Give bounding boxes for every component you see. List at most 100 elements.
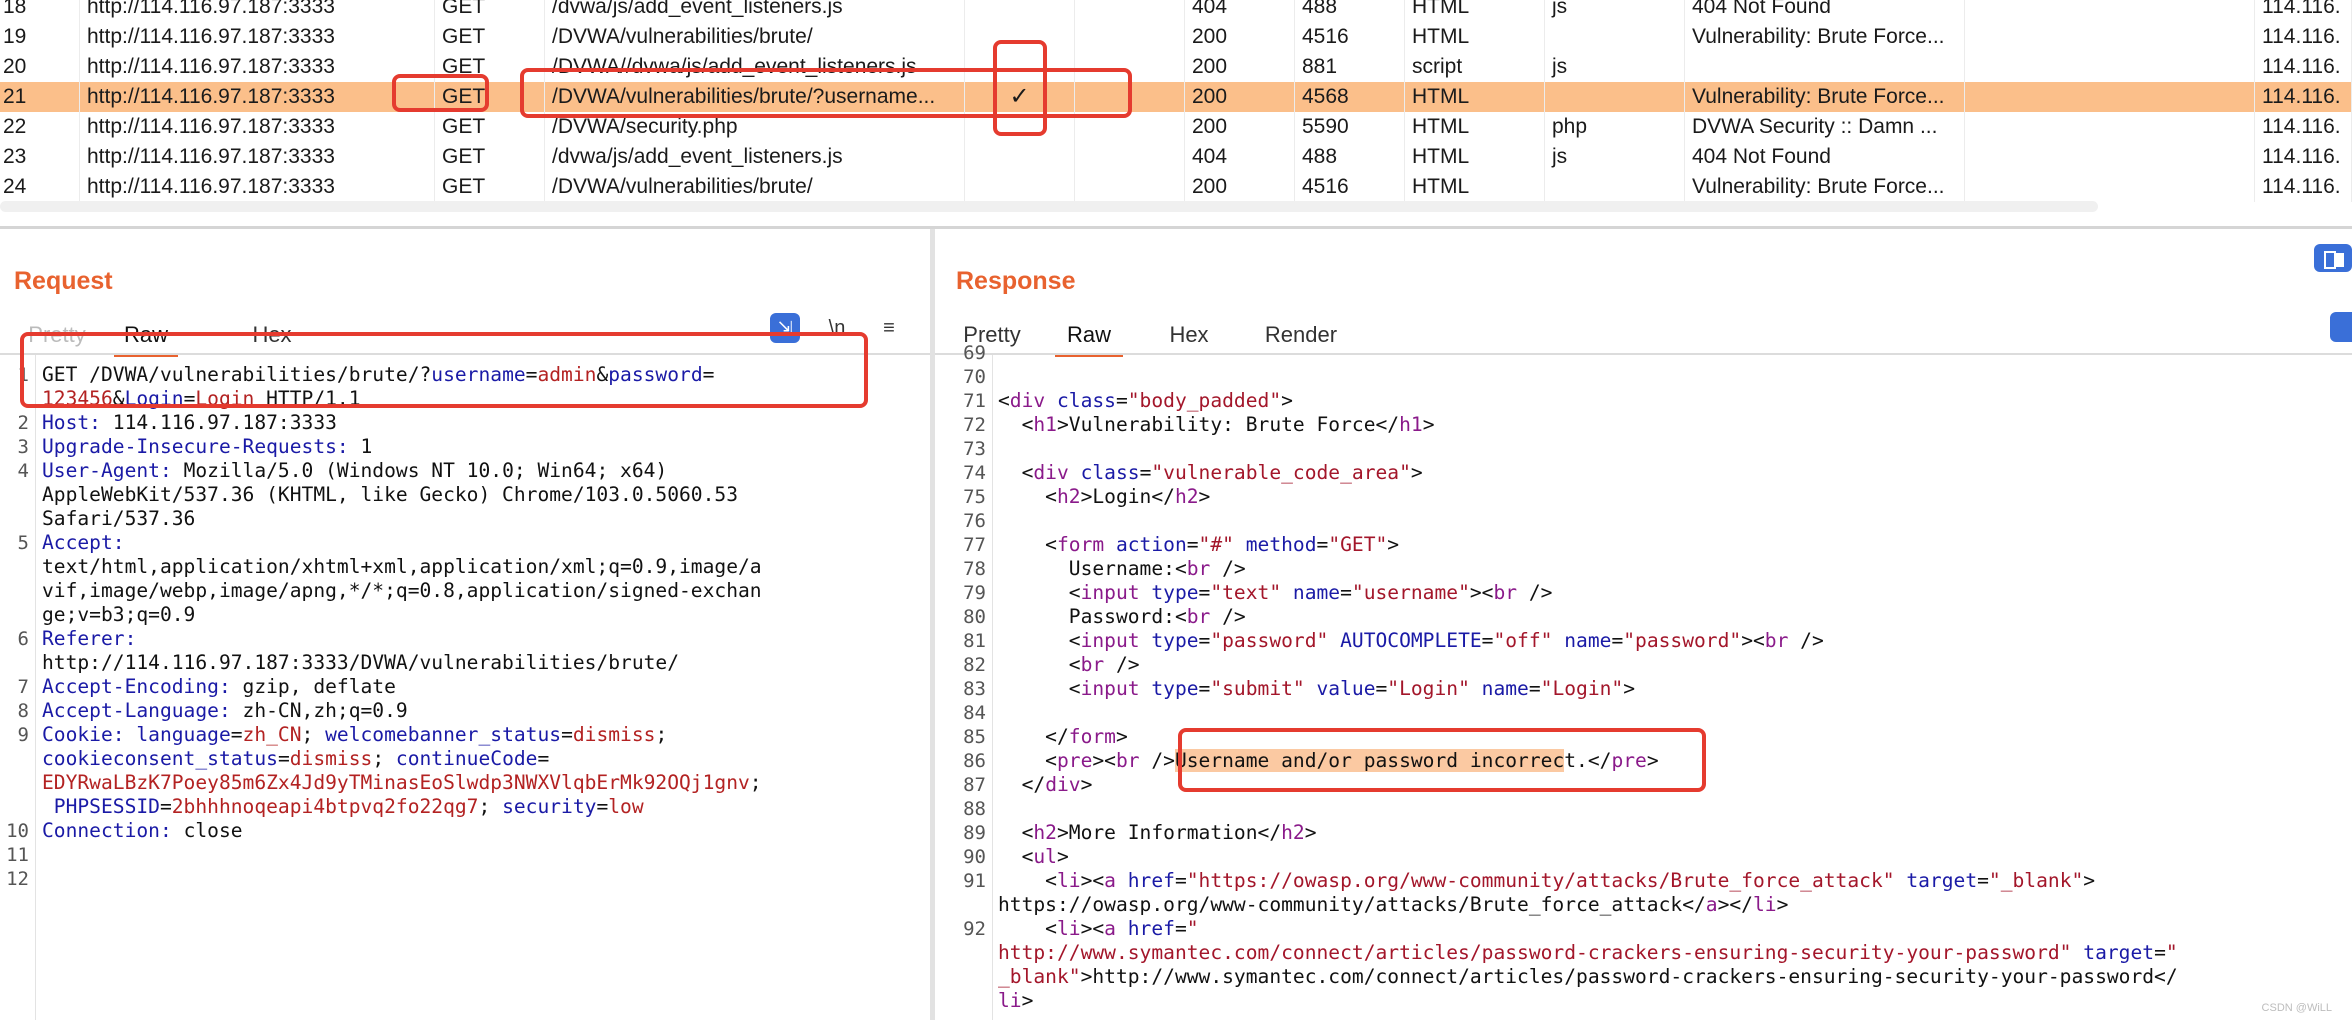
table-row[interactable]: 22 http://114.116.97.187:3333 GET/DVWA/sec… — [0, 112, 2352, 142]
menu-icon[interactable]: ≡ — [874, 313, 904, 343]
code-token: "#" — [1198, 533, 1234, 556]
code-line: li> — [998, 989, 1033, 1013]
cell-method: GET — [435, 172, 545, 202]
line-number: 88 — [963, 798, 986, 820]
table-row[interactable]: 20 http://114.116.97.187:3333 GET/DVWA//dv… — [0, 52, 2352, 82]
tab-hex[interactable]: Hex — [244, 315, 300, 355]
code-line: </div> — [998, 773, 1093, 797]
code-token: < — [998, 677, 1081, 700]
response-wrap-icon[interactable] — [2330, 312, 2352, 342]
tab-raw[interactable]: Raw — [1055, 315, 1123, 357]
code-token: input — [1080, 629, 1140, 652]
table-row[interactable]: 19 http://114.116.97.187:3333 GET/DVWA/vul… — [0, 22, 2352, 52]
table-row[interactable]: 23 http://114.116.97.187:3333 GET/dvwa/js/… — [0, 142, 2352, 172]
request-editor[interactable]: 1 2 3 4 5 6 7 8 9 10 11 12 GET /DVWA/vulnerabilitie… — [0, 355, 930, 1020]
code-token: < — [998, 389, 1010, 412]
response-editor[interactable]: 69 70 71 72 73 74 75 76 77 78 79 80 81 82 83 84 85 86 87 88… — [935, 342, 2352, 1020]
code-token: EDYRwaLBzK7Poey85m6Zx4Jd9yTMinasEoSlwdp3… — [42, 771, 750, 794]
cell-n: 22 — [0, 112, 80, 142]
code-token: type — [1151, 629, 1199, 652]
code-token: h1 — [1399, 413, 1423, 436]
cell-c5 — [1075, 112, 1185, 142]
tab-hex[interactable]: Hex — [1160, 315, 1218, 355]
code-token: name — [1481, 677, 1529, 700]
cell-edited — [965, 22, 1075, 52]
code-token: & — [596, 363, 609, 386]
cell-url: /DVWA/vulnerabilities/brute/ — [545, 172, 965, 202]
cell-n: 23 — [0, 142, 80, 172]
cell-mime: HTML — [1405, 112, 1545, 142]
line-number: 11 — [6, 844, 29, 866]
code-token: a — [1104, 917, 1116, 940]
table-row[interactable]: 18 http://114.116.97.187:3333 GET/dvwa/js/… — [0, 0, 2352, 22]
line-number: 7 — [17, 676, 29, 698]
cell-ext — [1545, 22, 1685, 52]
code-line: <h2>More Information</h2> — [998, 821, 1317, 845]
code-token: ge;v=b3;q=0.9 — [42, 603, 196, 626]
cell-mime: HTML — [1405, 22, 1545, 52]
code-token: > — [1281, 389, 1293, 412]
cell-mime: HTML — [1405, 142, 1545, 172]
cell-n: 20 — [0, 52, 80, 82]
code-token: gzip, deflate — [242, 675, 396, 698]
newline-toggle-button[interactable]: \n — [822, 313, 852, 343]
cell-c5 — [1075, 0, 1185, 22]
cell-url: /DVWA/security.php — [545, 112, 965, 142]
layout-toggle-icon[interactable] — [2314, 244, 2352, 272]
code-line: PHPSESSID=2bhhhnoqeapi4btpvq2fo22qg7; se… — [42, 795, 644, 819]
code-token: Upgrade-Insecure-Requests: — [42, 435, 361, 458]
table-row[interactable]: 24 http://114.116.97.187:3333 GET/DVWA/vul… — [0, 172, 2352, 202]
code-token: </ — [998, 725, 1069, 748]
code-line: <ul> — [998, 845, 1069, 869]
code-token: ; — [655, 723, 668, 746]
code-token: >< — [1092, 749, 1116, 772]
code-line: <h1>Vulnerability: Brute Force</h1> — [998, 413, 1435, 437]
code-token: Connection: — [42, 819, 184, 842]
code-token: div — [1045, 773, 1081, 796]
code-line: Host: 114.116.97.187:3333 — [42, 411, 337, 435]
tab-render[interactable]: Render — [1256, 315, 1346, 355]
cell-host: http://114.116.97.187:3333 — [80, 112, 435, 142]
code-token: >Vulnerability: Brute Force</ — [1056, 413, 1400, 436]
tab-pretty[interactable]: Pretty — [22, 315, 92, 355]
code-token: Host: — [42, 411, 113, 434]
code-token: h2 — [1033, 821, 1057, 844]
code-token: name — [1564, 629, 1612, 652]
code-line: Referer: — [42, 627, 148, 651]
code-token: > — [1021, 989, 1034, 1012]
code-line: <input type="text" name="username"><br /… — [998, 581, 1553, 605]
code-token: a — [1104, 869, 1116, 892]
line-number: 77 — [963, 534, 986, 556]
code-token: & — [112, 387, 125, 410]
code-token: "submit" — [1210, 677, 1305, 700]
proxy-history-table[interactable]: 18 http://114.116.97.187:3333 GET/dvwa/js/… — [0, 0, 2352, 212]
line-number: 79 — [963, 582, 986, 604]
code-token: method — [1245, 533, 1317, 556]
tab-raw[interactable]: Raw — [114, 315, 178, 357]
response-tabs: Pretty Raw Hex Render — [956, 315, 1356, 357]
cell-url: /DVWA/vulnerabilities/brute/?username... — [545, 82, 965, 112]
code-line: <input type="password" AUTOCOMPLETE="off… — [998, 629, 1824, 653]
code-line: text/html,application/xhtml+xml,applicat… — [42, 555, 762, 579]
table-row[interactable]: 21 http://114.116.97.187:3333 GET/DVWA/vul… — [0, 82, 2352, 112]
code-token: = — [1174, 869, 1187, 892]
line-number: 89 — [963, 822, 986, 844]
history-horizontal-scrollbar[interactable] — [0, 201, 2098, 212]
code-line: https://owasp.org/www-community/attacks/… — [998, 893, 1788, 917]
line-number: 6 — [17, 628, 29, 650]
code-token: < — [998, 533, 1057, 556]
cell-method: GET — [435, 52, 545, 82]
code-token: t.</ — [1564, 749, 1612, 772]
wrap-lines-icon[interactable]: ⇲ — [770, 313, 800, 343]
code-line: <div class="vulnerable_code_area"> — [998, 461, 1423, 485]
cell-edited — [965, 112, 1075, 142]
code-token: = — [1174, 917, 1187, 940]
code-token: h2 — [1056, 485, 1081, 508]
code-line: cookieconsent_status=dismiss; continueCo… — [42, 747, 549, 771]
code-token: password — [608, 363, 703, 386]
cell-url: /DVWA/vulnerabilities/brute/ — [545, 22, 965, 52]
code-token: /> — [1139, 749, 1175, 772]
